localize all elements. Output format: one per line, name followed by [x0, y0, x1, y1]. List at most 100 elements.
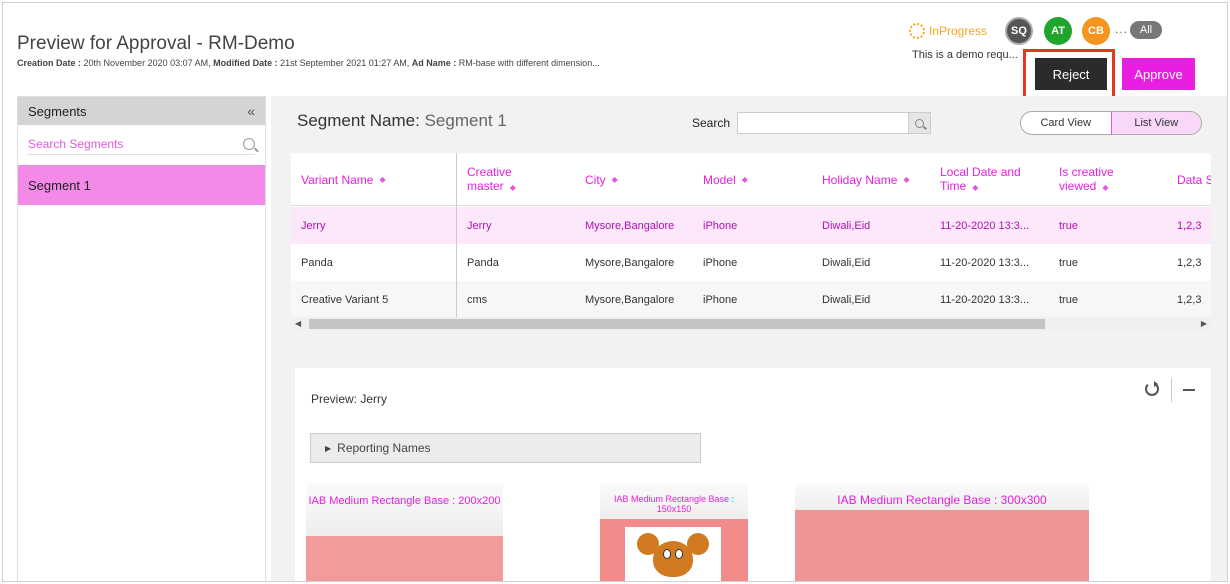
status-text: InProgress — [929, 24, 988, 38]
segment-name-heading: Segment Name: Segment 1 — [297, 111, 507, 131]
jerry-image — [625, 527, 721, 581]
refresh-icon[interactable] — [1145, 381, 1159, 396]
view-toggle: Card View List View — [1020, 111, 1202, 135]
creative-card-300x300[interactable]: IAB Medium Rectangle Base : 300x300 — [795, 484, 1089, 581]
col-header-is-creative-viewed[interactable]: Is creative viewed ◆ — [1059, 153, 1114, 206]
cell-city: Mysore,Bangalore — [585, 293, 675, 306]
card-body — [795, 510, 1089, 581]
approve-button[interactable]: Approve — [1122, 58, 1195, 90]
cell-variant-name: Creative Variant 5 — [301, 293, 389, 306]
creation-date-value: 20th November 2020 03:07 AM, — [83, 58, 211, 68]
cell-city: Mysore,Bangalore — [585, 256, 675, 269]
segment-name-value: Segment 1 — [424, 111, 507, 130]
cell-local-date: 11-20-2020 13:3... — [940, 219, 1030, 232]
table-row[interactable]: Creative Variant 5 cms Mysore,Bangalore … — [291, 281, 1211, 318]
cell-model: iPhone — [703, 219, 738, 232]
segment-name-label: Segment Name: — [297, 111, 420, 130]
cell-variant-name: Jerry — [301, 219, 326, 232]
sort-icon: ◆ — [509, 182, 516, 192]
cell-is-viewed: true — [1059, 256, 1078, 269]
segments-header: Segments « — [18, 97, 265, 125]
collapse-sidebar-icon[interactable]: « — [247, 103, 255, 119]
search-segments-input[interactable] — [28, 136, 218, 151]
col-header-model[interactable]: Model ◆ — [703, 153, 748, 206]
horizontal-scrollbar[interactable]: ◀ ▶ — [291, 317, 1211, 331]
ad-name-value: RM-base with different dimension... — [458, 58, 600, 68]
card-body — [306, 536, 503, 581]
cell-data-s: 1,2,3 — [1177, 293, 1202, 306]
modified-date-value: 21st September 2021 01:27 AM, — [280, 58, 410, 68]
cell-creative-master: Jerry — [467, 219, 492, 232]
more-dots: ... — [1115, 22, 1129, 36]
column-divider — [456, 153, 457, 318]
jerry-eye-right — [675, 549, 683, 559]
creative-card-200x200[interactable]: IAB Medium Rectangle Base : 200x200 — [306, 484, 503, 581]
card-title: IAB Medium Rectangle Base : 200x200 — [306, 484, 503, 536]
card-body — [600, 519, 748, 581]
cell-holiday-name: Diwali,Eid — [822, 219, 871, 232]
preview-label: Preview: Jerry — [311, 392, 388, 406]
avatar-sq[interactable]: SQ — [1005, 17, 1033, 45]
search-icon[interactable] — [243, 137, 255, 150]
app-frame: Preview for Approval - RM-Demo Creation … — [2, 2, 1228, 582]
cell-data-s: 1,2,3 — [1177, 256, 1202, 269]
list-view-button[interactable]: List View — [1110, 112, 1201, 134]
variants-table: Variant Name ◆ Creative master ◆ City ◆ Mode… — [291, 153, 1211, 331]
cell-city: Mysore,Bangalore — [585, 219, 675, 232]
segments-title: Segments — [28, 103, 87, 119]
demo-description-text: This is a demo requ... — [912, 49, 1018, 61]
avatar-at[interactable]: AT — [1044, 17, 1072, 45]
col-header-data-s[interactable]: Data S — [1177, 153, 1211, 206]
cell-creative-master: Panda — [467, 256, 499, 269]
sort-icon: ◆ — [611, 174, 618, 184]
card-view-button[interactable]: Card View — [1021, 112, 1111, 134]
segment-search — [28, 133, 255, 155]
creative-card-150x150[interactable]: IAB Medium Rectangle Base : 150x150 — [600, 484, 748, 581]
status-badge: InProgress — [909, 23, 987, 39]
segments-sidebar: Segments « Segment 1 — [17, 96, 266, 581]
page-title: Preview for Approval - RM-Demo — [17, 33, 295, 54]
panel-divider — [1171, 378, 1172, 402]
scrollbar-thumb[interactable] — [309, 319, 1045, 329]
cell-local-date: 11-20-2020 13:3... — [940, 256, 1030, 269]
cell-is-viewed: true — [1059, 293, 1078, 306]
cell-model: iPhone — [703, 256, 738, 269]
col-header-creative-master[interactable]: Creative master ◆ — [467, 153, 516, 206]
cell-holiday-name: Diwali,Eid — [822, 293, 871, 306]
cell-model: iPhone — [703, 293, 738, 306]
sort-icon: ◆ — [741, 174, 748, 184]
reject-button[interactable]: Reject — [1035, 58, 1107, 90]
col-header-city[interactable]: City ◆ — [585, 153, 618, 206]
cell-is-viewed: true — [1059, 219, 1078, 232]
all-approvers-button[interactable]: All — [1130, 21, 1162, 39]
col-header-local-date-time[interactable]: Local Date and Time ◆ — [940, 153, 1021, 206]
table-search-box — [737, 112, 931, 134]
reporting-names-label: Reporting Names — [337, 441, 431, 455]
card-title: IAB Medium Rectangle Base : 150x150 — [600, 484, 748, 519]
inprogress-spinner-icon — [909, 23, 925, 39]
search-button[interactable] — [908, 113, 930, 133]
caret-right-icon: ▶ — [325, 443, 332, 453]
search-icon — [915, 118, 924, 128]
table-header: Variant Name ◆ Creative master ◆ City ◆ Mode… — [291, 153, 1211, 206]
sidebar-item-segment-1[interactable]: Segment 1 — [18, 165, 265, 205]
sort-icon: ◆ — [1102, 182, 1109, 192]
scroll-left-icon[interactable]: ◀ — [295, 319, 301, 328]
sort-icon: ◆ — [379, 174, 386, 184]
cell-data-s: 1,2,3 — [1177, 219, 1202, 232]
table-row[interactable]: Panda Panda Mysore,Bangalore iPhone Diwa… — [291, 244, 1211, 281]
jerry-eye-left — [663, 549, 671, 559]
jerry-head — [653, 541, 693, 577]
col-header-variant-name[interactable]: Variant Name ◆ — [301, 153, 386, 206]
minimize-icon[interactable] — [1183, 389, 1195, 391]
sort-icon: ◆ — [972, 182, 979, 192]
col-header-holiday-name[interactable]: Holiday Name ◆ — [822, 153, 910, 206]
avatar-cb[interactable]: CB — [1082, 17, 1110, 45]
table-search-input[interactable] — [738, 113, 908, 133]
table-row[interactable]: Jerry Jerry Mysore,Bangalore iPhone Diwa… — [291, 207, 1211, 244]
cell-local-date: 11-20-2020 13:3... — [940, 293, 1030, 306]
reporting-names-accordion[interactable]: ▶ Reporting Names — [310, 433, 701, 463]
preview-panel: Preview: Jerry ▶ Reporting Names IAB Med… — [295, 368, 1211, 581]
scroll-right-icon[interactable]: ▶ — [1201, 319, 1207, 328]
card-title: IAB Medium Rectangle Base : 300x300 — [795, 484, 1089, 510]
